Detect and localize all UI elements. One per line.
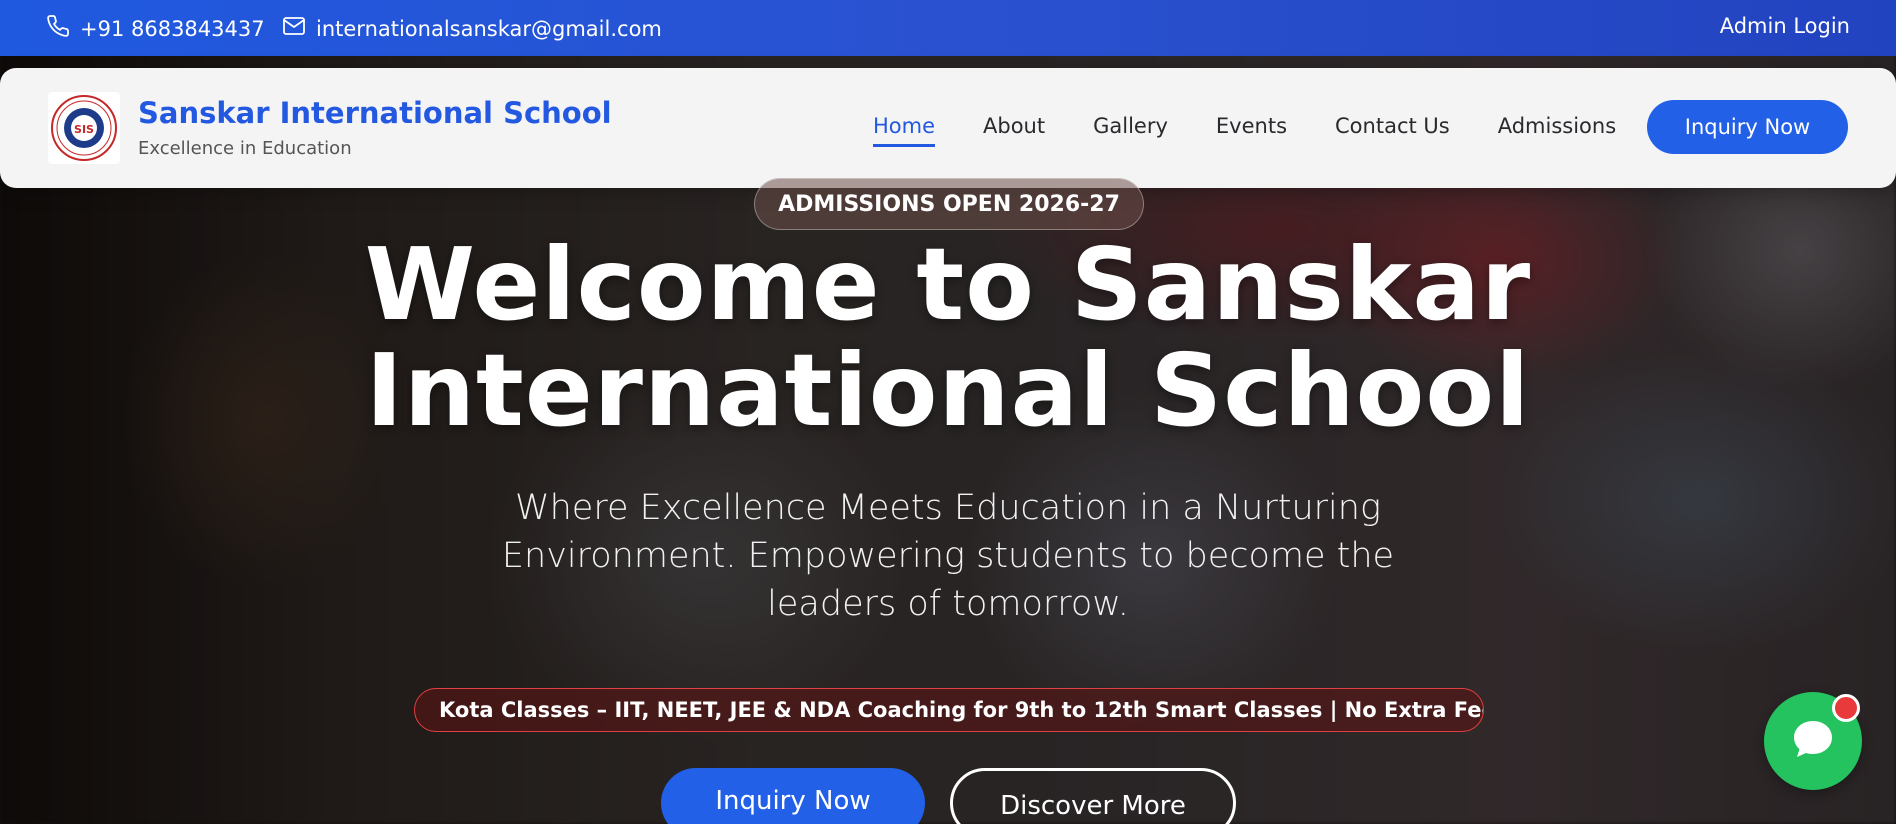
discover-more-button[interactable]: Discover More [950, 768, 1236, 824]
ticker-text: Kota Classes – IIT, NEET, JEE & NDA Coac… [439, 698, 1484, 722]
chat-icon [1789, 715, 1837, 767]
hero-subtitle: Where Excellence Meets Education in a Nu… [501, 488, 1395, 624]
notification-dot [1832, 694, 1860, 722]
phone-number: +91 8683843437 [80, 16, 265, 41]
email-address: internationalsanskar@gmail.com [316, 16, 662, 41]
nav-link-admissions[interactable]: Admissions [1498, 114, 1616, 147]
nav-link-events[interactable]: Events [1216, 114, 1287, 147]
brand-name[interactable]: Sanskar International School [138, 96, 612, 130]
svg-text:SIS: SIS [74, 123, 94, 136]
nav-link-about[interactable]: About [983, 114, 1045, 147]
main-navbar: SIS Sanskar International School Excelle… [0, 68, 1896, 188]
nav-links: Home About Gallery Events Contact Us Adm… [873, 114, 1616, 147]
nav-link-contact[interactable]: Contact Us [1335, 114, 1450, 147]
phone-icon [46, 14, 70, 43]
admin-login-link[interactable]: Admin Login [1720, 14, 1850, 38]
admissions-badge: ADMISSIONS OPEN 2026-27 [754, 178, 1144, 230]
brand-tagline: Excellence in Education [138, 138, 352, 159]
phone-contact[interactable]: +91 8683843437 [46, 14, 265, 43]
announcement-ticker: Kota Classes – IIT, NEET, JEE & NDA Coac… [414, 688, 1484, 732]
hero-inquiry-button[interactable]: Inquiry Now [661, 768, 925, 824]
nav-link-home[interactable]: Home [873, 114, 936, 147]
inquiry-now-button[interactable]: Inquiry Now [1647, 100, 1848, 154]
hero-title-line-1: Welcome to Sanskar [364, 226, 1532, 343]
mail-icon [282, 14, 306, 43]
email-contact[interactable]: internationalsanskar@gmail.com [282, 14, 662, 43]
top-bar: +91 8683843437 internationalsanskar@gmai… [0, 0, 1896, 56]
hero-title-line-2: International School [365, 332, 1531, 449]
nav-link-gallery[interactable]: Gallery [1093, 114, 1168, 147]
school-logo[interactable]: SIS [48, 92, 120, 164]
